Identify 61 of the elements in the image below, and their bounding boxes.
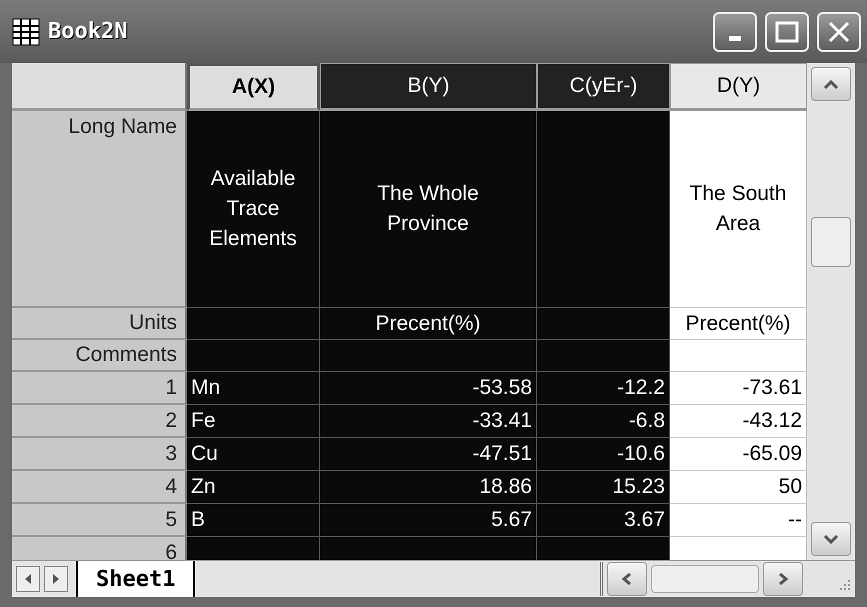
row-number: 1 [12, 372, 187, 405]
table-cell: -73.61 [670, 372, 807, 405]
table-cell: -47.51 [320, 438, 537, 471]
table-cell: -10.6 [537, 438, 670, 471]
next-sheet-button[interactable] [44, 566, 68, 592]
table-cell: -53.58 [320, 372, 537, 405]
triangle-left-icon [23, 573, 33, 585]
scroll-down-button[interactable] [811, 522, 851, 556]
previous-sheet-button[interactable] [16, 566, 40, 592]
row-number: 2 [12, 405, 187, 438]
corner-cell[interactable] [12, 63, 187, 111]
table-cell: 5.67 [320, 504, 537, 537]
column-header[interactable]: B(Y) [320, 63, 537, 111]
table-cell: 18.86 [320, 471, 537, 504]
table-cell: Fe [187, 405, 320, 438]
table-cell: The Whole Province [320, 111, 537, 308]
row-label: Units [12, 308, 187, 340]
scroll-right-button[interactable] [763, 562, 803, 596]
table-cell: Cu [187, 438, 320, 471]
table-cell: Available Trace Elements [187, 111, 320, 308]
row-label: Comments [12, 340, 187, 372]
table-cell: -12.2 [537, 372, 670, 405]
spreadsheet-icon [12, 18, 40, 46]
scroll-left-button[interactable] [607, 562, 647, 596]
table-cell: Mn [187, 372, 320, 405]
scroll-thumb[interactable] [811, 216, 851, 266]
column-header[interactable]: A(X) [187, 63, 320, 111]
maximize-icon [775, 20, 799, 42]
table-cell: The South Area [670, 111, 807, 308]
table-cell: Precent(%) [670, 308, 807, 340]
row-number: 4 [12, 471, 187, 504]
vertical-scrollbar[interactable] [807, 63, 855, 560]
minimize-icon [729, 36, 741, 41]
window-title: Book2N [48, 19, 128, 44]
table-cell: -33.41 [320, 405, 537, 438]
chevron-up-icon [823, 78, 839, 90]
chevron-down-icon [823, 533, 839, 545]
table-cell: -43.12 [670, 405, 807, 438]
table-cell: Zn [187, 471, 320, 504]
sheet-tab[interactable]: Sheet1 [76, 561, 196, 597]
table-cell: 50 [670, 471, 807, 504]
table-cell: Precent(%) [320, 308, 537, 340]
table-cell: 3.67 [537, 504, 670, 537]
scroll-thumb[interactable] [651, 565, 759, 593]
minimize-button[interactable] [713, 12, 757, 52]
table-cell: -65.09 [670, 438, 807, 471]
close-icon [827, 20, 851, 44]
row-label: Long Name [12, 111, 187, 308]
table-cell: B [187, 504, 320, 537]
column-header[interactable]: D(Y) [670, 63, 807, 111]
triangle-right-icon [51, 573, 61, 585]
table-cell: 15.23 [537, 471, 670, 504]
column-header[interactable]: C(yEr-) [537, 63, 670, 111]
table-cell: -- [670, 504, 807, 537]
maximize-button[interactable] [765, 12, 809, 52]
scroll-up-button[interactable] [811, 67, 851, 101]
row-number: 3 [12, 438, 187, 471]
row-number: 6 [12, 537, 187, 560]
row-number: 5 [12, 504, 187, 537]
close-button[interactable] [817, 12, 861, 52]
table-cell: -6.8 [537, 405, 670, 438]
